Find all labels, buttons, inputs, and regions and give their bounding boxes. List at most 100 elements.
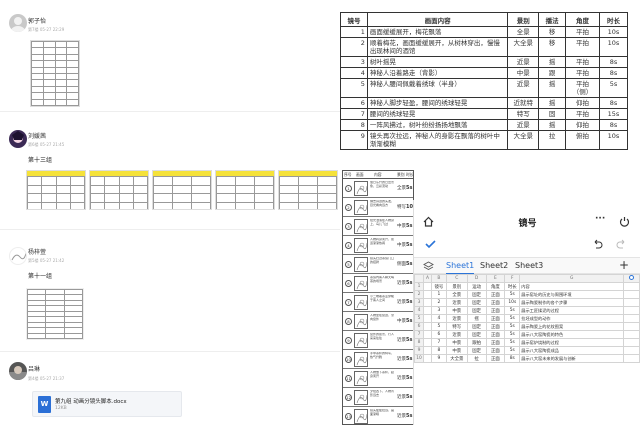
grid-cell[interactable]	[623, 338, 640, 347]
grid-cell[interactable]: 展示八大窑陶瓷成品	[519, 346, 625, 355]
avatar[interactable]	[9, 362, 27, 380]
grid-cell[interactable]: 近景	[445, 298, 468, 307]
row-number[interactable]: 5	[414, 314, 424, 323]
grid-cell[interactable]	[623, 306, 640, 315]
grid-cell[interactable]: 固定	[466, 330, 487, 339]
grid-cell[interactable]: 跟拍	[466, 338, 487, 347]
column-letter[interactable]: B	[430, 274, 447, 283]
grid-cell[interactable]: 4	[430, 314, 447, 323]
row-number[interactable]: 2	[414, 290, 424, 299]
grid-cell[interactable]: 中景	[445, 338, 468, 347]
grid-cell[interactable]: 8s	[504, 354, 521, 363]
grid-cell[interactable]: 正面	[485, 298, 506, 307]
grid-cell[interactable]: 3	[430, 306, 447, 315]
column-resize-handle[interactable]	[623, 274, 640, 283]
grid-cell[interactable]: 5s	[504, 290, 521, 299]
column-letter[interactable]: G	[519, 274, 625, 283]
grid-cell[interactable]	[422, 354, 432, 363]
grid-cell[interactable]	[422, 338, 432, 347]
grid-cell[interactable]: 正面	[485, 322, 506, 331]
grid-cell[interactable]: 展示陶瓷制作的各个步骤	[519, 298, 625, 307]
check-icon[interactable]	[425, 239, 436, 252]
image-attachment-4[interactable]	[215, 170, 275, 210]
column-letter[interactable]	[414, 274, 424, 283]
tab-sheet3[interactable]: Sheet3	[515, 261, 543, 270]
column-letter[interactable]: C	[445, 274, 468, 283]
grid-cell[interactable]: 展示窑炉烧制的过程	[519, 338, 625, 347]
grid-cell[interactable]: 固定	[466, 346, 487, 355]
grid-cell[interactable]: 正面	[485, 354, 506, 363]
author-name[interactable]: 吕琳	[28, 364, 40, 373]
grid-cell[interactable]: 展示窑址的历史与周围环境	[519, 290, 625, 299]
grid-cell[interactable]: 全景	[445, 290, 468, 299]
grid-cell[interactable]: 角度	[485, 282, 506, 291]
grid-cell[interactable]: 镜号	[430, 282, 447, 291]
grid-cell[interactable]: 运动	[466, 282, 487, 291]
tab-sheet1[interactable]: Sheet1	[446, 261, 475, 274]
redo-icon[interactable]	[616, 239, 627, 252]
add-sheet-icon[interactable]: +	[619, 258, 629, 272]
avatar[interactable]	[9, 247, 27, 265]
grid-cell[interactable]: 5s	[504, 338, 521, 347]
grid-cell[interactable]: 大全景	[445, 354, 468, 363]
image-attachment[interactable]	[30, 40, 80, 107]
file-attachment[interactable]: W 第九组 动画分镜头脚本.docx 12KB	[32, 391, 182, 417]
grid-cell[interactable]	[623, 282, 640, 291]
more-icon[interactable]: ···	[595, 214, 605, 224]
grid-cell[interactable]: 5s	[504, 314, 521, 323]
avatar[interactable]	[9, 130, 27, 148]
grid-cell[interactable]: 景别	[445, 282, 468, 291]
grid-cell[interactable]: 5s	[504, 306, 521, 315]
author-name[interactable]: 刘媛茜	[28, 131, 46, 140]
grid-cell[interactable]: 固定	[466, 306, 487, 315]
row-number[interactable]: 1	[414, 282, 424, 291]
grid-cell[interactable]: 正面	[485, 346, 506, 355]
image-attachment-1[interactable]	[26, 170, 86, 210]
row-number[interactable]: 9	[414, 346, 424, 355]
grid-cell[interactable]	[422, 346, 432, 355]
grid-cell[interactable]: 固定	[466, 290, 487, 299]
grid-cell[interactable]	[422, 298, 432, 307]
grid-cell[interactable]: 正面	[485, 314, 506, 323]
grid-cell[interactable]: 固定	[466, 322, 487, 331]
grid-cell[interactable]	[422, 322, 432, 331]
grid-cell[interactable]	[422, 306, 432, 315]
grid-cell[interactable]: 中景	[445, 306, 468, 315]
row-number[interactable]: 6	[414, 322, 424, 331]
grid-cell[interactable]: 展示陶瓷上的花纹图案	[519, 322, 625, 331]
grid-cell[interactable]: 时长	[504, 282, 521, 291]
grid-cell[interactable]: 中景	[445, 346, 468, 355]
power-icon[interactable]	[619, 216, 630, 230]
grid-cell[interactable]	[422, 290, 432, 299]
grid-cell[interactable]: 1	[430, 290, 447, 299]
grid-cell[interactable]: 8	[430, 346, 447, 355]
grid-cell[interactable]: 正面	[485, 330, 506, 339]
row-number[interactable]: 7	[414, 330, 424, 339]
grid-cell[interactable]: 9	[430, 354, 447, 363]
image-attachment-3[interactable]	[152, 170, 212, 210]
row-number[interactable]: 10	[414, 354, 424, 363]
row-number[interactable]: 4	[414, 306, 424, 315]
column-letter[interactable]: F	[504, 274, 521, 283]
drag-handle-icon[interactable]	[629, 275, 635, 280]
grid-cell[interactable]: 6	[430, 330, 447, 339]
layers-icon[interactable]	[423, 261, 434, 274]
column-letter[interactable]: A	[422, 274, 432, 283]
grid-cell[interactable]: 正面	[485, 338, 506, 347]
grid-cell[interactable]: 正面	[485, 290, 506, 299]
grid-cell[interactable]: 摇	[466, 314, 487, 323]
image-attachment-2[interactable]	[89, 170, 149, 210]
grid-cell[interactable]	[623, 314, 640, 323]
image-attachment[interactable]	[26, 288, 84, 340]
grid-cell[interactable]: 拉	[466, 354, 487, 363]
author-name[interactable]: 郭子怡	[28, 16, 46, 25]
row-number[interactable]: 8	[414, 338, 424, 347]
grid-cell[interactable]	[422, 282, 432, 291]
grid-cell[interactable]	[623, 346, 640, 355]
grid-cell[interactable]: 固定	[466, 298, 487, 307]
row-number[interactable]: 3	[414, 298, 424, 307]
grid-cell[interactable]: 5s	[504, 346, 521, 355]
grid-cell[interactable]: 展示八大窑未来的发展与创新	[519, 354, 625, 363]
grid-cell[interactable]	[623, 354, 640, 363]
grid-cell[interactable]: 2	[430, 298, 447, 307]
